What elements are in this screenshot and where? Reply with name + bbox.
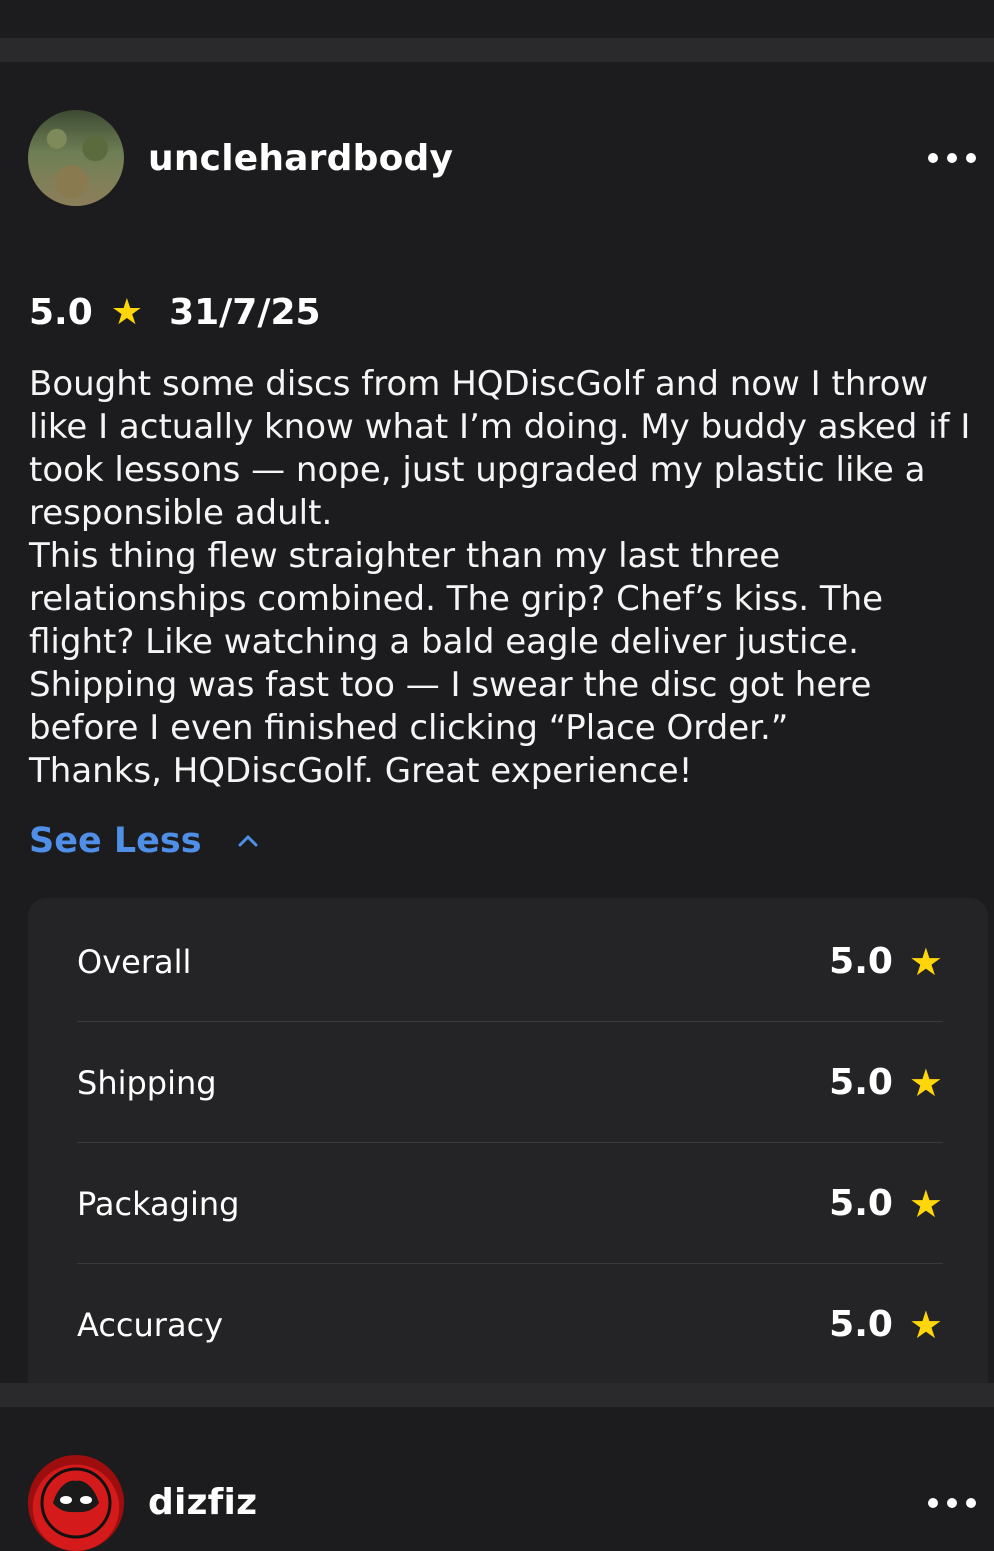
subrating-row-shipping: Shipping 5.0 ★ bbox=[77, 1022, 943, 1143]
subrating-row-accuracy: Accuracy 5.0 ★ bbox=[77, 1264, 943, 1385]
more-dot-1 bbox=[928, 1498, 938, 1508]
username[interactable]: dizfiz bbox=[148, 1482, 257, 1523]
subrating-row-packaging: Packaging 5.0 ★ bbox=[77, 1143, 943, 1264]
more-dot-3 bbox=[966, 1498, 976, 1508]
subrating-score: 5.0 bbox=[829, 1062, 893, 1103]
username[interactable]: unclehardbody bbox=[148, 138, 453, 179]
section-separator bbox=[0, 38, 994, 62]
top-strip bbox=[0, 0, 994, 38]
rating-score: 5.0 bbox=[29, 292, 93, 333]
subrating-row-overall: Overall 5.0 ★ bbox=[77, 901, 943, 1022]
subrating-value: 5.0 ★ bbox=[829, 940, 943, 984]
more-icon[interactable] bbox=[928, 1493, 988, 1513]
more-dot-2 bbox=[947, 1498, 957, 1508]
subrating-label: Shipping bbox=[77, 1063, 217, 1102]
see-less-button[interactable]: See Less bbox=[29, 821, 260, 861]
section-separator bbox=[0, 1383, 994, 1407]
subrating-label: Packaging bbox=[77, 1184, 240, 1223]
deadpool-avatar-art bbox=[40, 1467, 112, 1539]
more-dot-1 bbox=[928, 153, 938, 163]
subrating-score: 5.0 bbox=[829, 1183, 893, 1224]
subrating-label: Overall bbox=[77, 942, 192, 981]
more-icon[interactable] bbox=[928, 148, 988, 168]
more-dot-2 bbox=[947, 153, 957, 163]
review-card: unclehardbody 5.0 ★ 31/7/25 Bought some … bbox=[0, 62, 994, 1398]
star-icon: ★ bbox=[908, 939, 943, 984]
subrating-value: 5.0 ★ bbox=[829, 1182, 943, 1226]
review-body: Bought some discs from HQDiscGolf and no… bbox=[29, 364, 971, 791]
subrating-value: 5.0 ★ bbox=[829, 1303, 943, 1347]
review-card: dizfiz bbox=[0, 1407, 994, 1551]
rating-line: 5.0 ★ 31/7/25 bbox=[29, 292, 321, 333]
see-less-label: See Less bbox=[29, 821, 202, 861]
avatar[interactable] bbox=[28, 110, 124, 206]
chevron-up-icon bbox=[238, 835, 258, 847]
review-date: 31/7/25 bbox=[169, 292, 321, 333]
star-icon: ★ bbox=[908, 1060, 943, 1105]
star-icon: ★ bbox=[908, 1302, 943, 1347]
subrating-label: Accuracy bbox=[77, 1305, 224, 1344]
more-dot-3 bbox=[966, 153, 976, 163]
star-icon: ★ bbox=[908, 1181, 943, 1226]
subratings-panel: Overall 5.0 ★ Shipping 5.0 ★ Packaging 5… bbox=[28, 898, 988, 1398]
subrating-value: 5.0 ★ bbox=[829, 1061, 943, 1105]
star-icon: ★ bbox=[110, 291, 144, 333]
subrating-score: 5.0 bbox=[829, 941, 893, 982]
subrating-score: 5.0 bbox=[829, 1304, 893, 1345]
avatar[interactable] bbox=[28, 1455, 124, 1551]
review-text: Bought some discs from HQDiscGolf and no… bbox=[29, 363, 979, 793]
